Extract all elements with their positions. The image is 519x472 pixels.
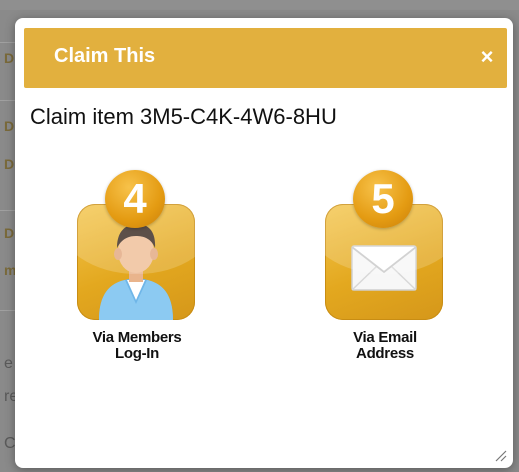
claim-item-heading: Claim item 3M5-C4K-4W6-8HU (30, 104, 337, 129)
label-line: Via Email (353, 329, 417, 346)
dialog-titlebar: Claim This × (24, 28, 507, 88)
close-icon[interactable]: × (475, 45, 499, 69)
label-line: Address (356, 345, 414, 362)
via-members-label: Via Members Log-In (62, 330, 212, 362)
background-text: D (4, 225, 15, 241)
step-badge: 4 (105, 170, 165, 228)
via-members-login-button[interactable]: 4 Via Members Log-In (62, 170, 212, 362)
claim-dialog: Claim This × Claim item 3M5-C4K-4W6-8HU … (15, 18, 513, 468)
background-text: e (4, 355, 13, 372)
background-text: D (4, 156, 15, 172)
label-line: Log-In (114, 345, 159, 362)
background-text: D (4, 118, 15, 134)
label-line: Via Members (92, 329, 182, 346)
via-email-button[interactable]: 5 Via Email Address (310, 170, 460, 362)
background-text: D (4, 50, 15, 66)
background-text: C (4, 435, 16, 452)
dialog-title: Claim This (54, 45, 156, 67)
step-badge: 5 (353, 170, 413, 228)
via-email-label: Via Email Address (310, 330, 460, 362)
resize-handle-icon[interactable] (493, 448, 507, 462)
